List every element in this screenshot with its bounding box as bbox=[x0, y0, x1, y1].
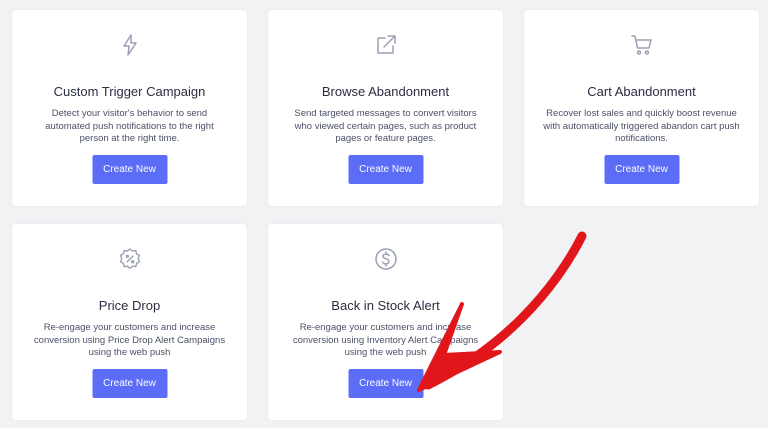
card-title: Price Drop bbox=[98, 298, 161, 313]
create-new-button[interactable]: Create New bbox=[92, 155, 167, 184]
campaign-card-cart-abandonment: Cart Abandonment Recover lost sales and … bbox=[524, 10, 759, 206]
lightning-icon bbox=[12, 32, 247, 58]
campaign-card-browse-abandonment: Browse Abandonment Send targeted message… bbox=[268, 10, 503, 206]
card-description: Send targeted messages to convert visito… bbox=[294, 108, 477, 144]
card-description: Re-engage your customers and increase co… bbox=[292, 322, 479, 358]
card-title: Custom Trigger Campaign bbox=[53, 84, 206, 99]
card-title: Back in Stock Alert bbox=[331, 298, 440, 313]
card-title: Cart Abandonment bbox=[587, 84, 696, 99]
shopping-cart-icon bbox=[524, 32, 759, 58]
campaign-card-back-in-stock: Back in Stock Alert Re-engage your custo… bbox=[268, 224, 503, 420]
discount-badge-icon bbox=[12, 246, 247, 272]
campaign-card-price-drop: Price Drop Re-engage your customers and … bbox=[12, 224, 247, 420]
create-new-button[interactable]: Create New bbox=[604, 155, 679, 184]
external-link-icon bbox=[268, 32, 503, 58]
create-new-button[interactable]: Create New bbox=[348, 369, 423, 398]
create-new-button[interactable]: Create New bbox=[92, 369, 167, 398]
campaign-card-custom-trigger: Custom Trigger Campaign Detect your visi… bbox=[12, 10, 247, 206]
create-new-button[interactable]: Create New bbox=[348, 155, 423, 184]
card-description: Recover lost sales and quickly boost rev… bbox=[543, 108, 740, 144]
card-title: Browse Abandonment bbox=[321, 84, 450, 99]
card-description: Detect your visitor's behavior to send a… bbox=[45, 108, 214, 144]
dollar-circle-icon bbox=[268, 246, 503, 272]
card-description: Re-engage your customers and increase co… bbox=[33, 322, 226, 358]
